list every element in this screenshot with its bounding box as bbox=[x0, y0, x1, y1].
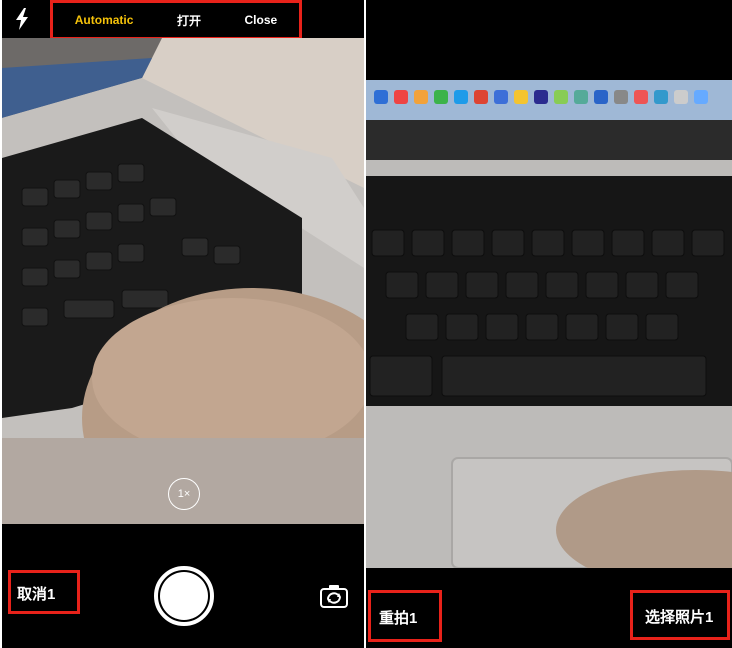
use-photo-button[interactable]: 选择照片1 bbox=[645, 606, 713, 627]
switch-camera-icon[interactable] bbox=[320, 584, 348, 608]
retake-highlight: 重拍1 bbox=[368, 590, 442, 642]
camera-top-bar: Automatic 打开 Close bbox=[2, 0, 364, 40]
shutter-button[interactable] bbox=[154, 566, 214, 626]
flash-auto-option[interactable]: Automatic bbox=[75, 13, 134, 27]
cancel-highlight: 取消1 bbox=[8, 570, 80, 614]
camera-screen: Automatic 打开 Close 1× 取消1 bbox=[2, 0, 364, 648]
captured-photo-scene bbox=[366, 80, 732, 568]
retake-button[interactable]: 重拍1 bbox=[379, 607, 417, 628]
captured-photo bbox=[366, 80, 732, 568]
shutter-inner bbox=[160, 572, 208, 620]
camera-viewfinder[interactable] bbox=[2, 38, 364, 524]
camera-bottom-bar: 取消1 bbox=[2, 524, 364, 648]
viewfinder-scene bbox=[2, 38, 364, 524]
flash-mode-options: Automatic 打开 Close bbox=[50, 0, 302, 40]
flash-off-option[interactable]: Close bbox=[245, 13, 278, 27]
flash-on-option[interactable]: 打开 bbox=[177, 12, 201, 29]
flash-icon[interactable] bbox=[14, 8, 30, 30]
use-photo-highlight: 选择照片1 bbox=[630, 590, 730, 640]
photo-preview-screen: 重拍1 选择照片1 bbox=[366, 0, 732, 648]
cancel-button[interactable]: 取消1 bbox=[17, 583, 55, 604]
preview-bottom-bar: 重拍1 选择照片1 bbox=[366, 568, 732, 648]
zoom-level-button[interactable]: 1× bbox=[168, 478, 200, 510]
